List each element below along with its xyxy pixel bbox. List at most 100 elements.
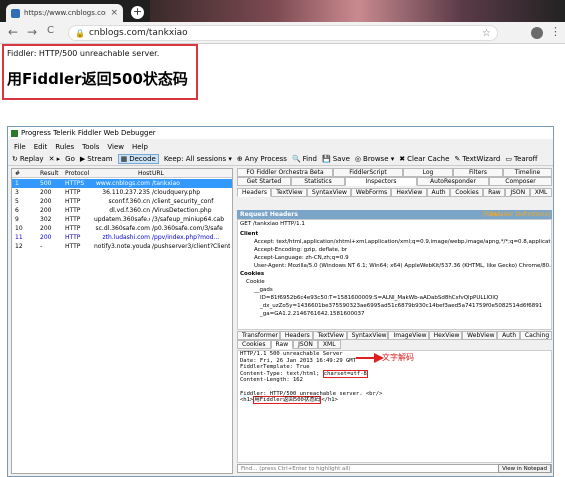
menu-help[interactable]: Help bbox=[132, 143, 148, 151]
response-line: <h1>用Fiddler返回500状态码</h1> bbox=[238, 396, 551, 405]
forward-icon[interactable]: → bbox=[27, 25, 37, 39]
header-definitions-link[interactable]: [Header Definitions] bbox=[489, 210, 550, 219]
keep-sessions-dropdown[interactable]: Keep: All sessions ▾ bbox=[164, 155, 232, 163]
session-result: 200 bbox=[40, 207, 52, 214]
view-in-notepad-button[interactable]: View in Notepad bbox=[498, 464, 551, 473]
favicon-icon bbox=[11, 8, 20, 18]
replay-button[interactable]: ↻ Replay bbox=[12, 155, 44, 163]
session-row[interactable]: 10 200 HTTP sc.dl.360safe.com/p0.360safe.co… bbox=[12, 224, 232, 233]
menu-view[interactable]: View bbox=[107, 143, 124, 151]
tab-filters[interactable]: Filters bbox=[453, 168, 503, 177]
resp-tab-syntaxview[interactable]: SyntaxView bbox=[346, 331, 389, 340]
account-avatar[interactable] bbox=[531, 27, 543, 39]
tab-composer[interactable]: Composer bbox=[489, 177, 552, 186]
resp-tab-headers[interactable]: Headers bbox=[279, 331, 313, 340]
tab-inspectors[interactable]: Inspectors bbox=[345, 177, 417, 186]
session-row[interactable]: 12 - HTTP notify3.note.youdao.com/pushserve… bbox=[12, 242, 232, 251]
request-header-line: User-Agent: Mozilla/5.0 (Windows NT 6.1;… bbox=[254, 263, 551, 269]
col-host[interactable]: Host bbox=[138, 170, 152, 177]
tab-fiddlerscript[interactable]: FiddlerScript bbox=[333, 168, 403, 177]
clear-cache-button[interactable]: ✖ Clear Cache bbox=[399, 155, 449, 163]
req-tab-cookies[interactable]: Cookies bbox=[450, 188, 484, 197]
resp-tab-imageview[interactable]: ImageView bbox=[388, 331, 429, 340]
tab-get-started[interactable]: Get Started bbox=[237, 177, 291, 186]
resp-tab-hexview[interactable]: HexView bbox=[428, 331, 463, 340]
req-tab-webforms[interactable]: WebForms bbox=[350, 188, 392, 197]
req-tab-xml[interactable]: XML bbox=[529, 188, 552, 197]
session-row[interactable]: 9 302 HTTP updatem.360safe.com/3/safeup_min… bbox=[12, 215, 232, 224]
tab-close-icon[interactable]: × bbox=[110, 8, 118, 18]
resp-tab-raw[interactable]: Raw bbox=[270, 340, 294, 349]
request-headers-body: GET /tankxiao HTTP/1.1 Client Accept: text… bbox=[237, 219, 552, 330]
request-header-line: Accept: text/html,application/xhtml+xml,… bbox=[254, 239, 551, 245]
request-header-line: Cookies bbox=[240, 271, 265, 277]
bookmark-star-icon[interactable]: ☆ bbox=[482, 28, 491, 39]
menu-tools[interactable]: Tools bbox=[82, 143, 99, 151]
tearoff-button[interactable]: ▭ Tearoff bbox=[505, 155, 537, 163]
decode-button[interactable]: ▦ Decode bbox=[117, 154, 159, 164]
session-row[interactable]: 1 500 HTTPS www.cnblogs.com/tankxiao bbox=[12, 179, 232, 188]
stream-label: Stream bbox=[87, 155, 113, 163]
find-placeholder: Find... (press Ctrl+Enter to highlight a… bbox=[241, 466, 351, 472]
resp-tab-textview[interactable]: TextView bbox=[312, 331, 347, 340]
tab-bar-background bbox=[150, 0, 565, 22]
browse-button[interactable]: ◎ Browse ▾ bbox=[355, 155, 394, 163]
find-input[interactable]: Find... (press Ctrl+Enter to highlight a… bbox=[237, 464, 552, 473]
col-num[interactable]: # bbox=[15, 170, 20, 177]
omnibox[interactable]: 🔒 cnblogs.com/tankxiao ☆ bbox=[68, 25, 498, 41]
resp-tab-webview[interactable]: WebView bbox=[462, 331, 498, 340]
go-button[interactable]: Go bbox=[65, 155, 75, 163]
h1-close-tag: </h1> bbox=[321, 397, 338, 404]
req-tab-syntaxview[interactable]: SyntaxView bbox=[306, 188, 351, 197]
req-tab-raw[interactable]: Raw bbox=[483, 188, 506, 197]
error-line: Fiddler: HTTP/500 unreachable server. bbox=[7, 49, 160, 58]
req-tab-json[interactable]: JSON bbox=[505, 188, 530, 197]
resp-tab-caching[interactable]: Caching bbox=[519, 331, 552, 340]
resp-tab-xml[interactable]: XML bbox=[317, 340, 341, 349]
menu-edit[interactable]: Edit bbox=[34, 143, 48, 151]
session-num: 6 bbox=[15, 207, 19, 214]
resp-tab-transformer[interactable]: Transformer bbox=[237, 331, 280, 340]
tab-statistics[interactable]: Statistics bbox=[291, 177, 345, 186]
req-tab-headers[interactable]: Headers bbox=[237, 188, 272, 197]
reload-icon[interactable]: C bbox=[47, 25, 54, 36]
col-url[interactable]: URL bbox=[152, 170, 164, 177]
menu-rules[interactable]: Rules bbox=[55, 143, 74, 151]
col-result[interactable]: Result bbox=[40, 170, 59, 177]
session-row[interactable]: 11 200 HTTP zth.ludashi.com/ppv/index.php?m… bbox=[12, 233, 232, 242]
tab-timeline[interactable]: Timeline bbox=[503, 168, 552, 177]
textwizard-button[interactable]: ✎ TextWizard bbox=[454, 155, 500, 163]
fiddler-app-icon bbox=[11, 129, 18, 137]
top-tabs-row-1: FO Fiddler Orchestra Beta FiddlerScript … bbox=[237, 168, 552, 177]
url-text[interactable]: cnblogs.com/tankxiao bbox=[89, 28, 188, 38]
browser-tab[interactable]: https://www.cnblogs.com/tan × bbox=[6, 4, 123, 22]
tab-log[interactable]: Log bbox=[403, 168, 453, 177]
stream-button[interactable]: ▶ Stream bbox=[80, 155, 113, 163]
menu-file[interactable]: File bbox=[14, 143, 26, 151]
resp-tab-json[interactable]: JSON bbox=[293, 340, 318, 349]
h1-open-tag: <h1> bbox=[240, 397, 254, 404]
remove-button[interactable]: ✕ ▸ bbox=[49, 155, 61, 163]
session-row[interactable]: 6 200 HTTP dl.vd.f.360.cn/VirusDetection.ph… bbox=[12, 206, 232, 215]
session-num: 3 bbox=[15, 189, 19, 196]
response-raw-view[interactable]: HTTP/1.1 500 unreachable Server Date: Fri… bbox=[237, 350, 552, 463]
back-icon[interactable]: ← bbox=[8, 25, 18, 39]
req-tab-hexview[interactable]: HexView bbox=[391, 188, 427, 197]
save-button[interactable]: 💾 Save bbox=[322, 155, 350, 163]
req-tab-textview[interactable]: TextView bbox=[271, 188, 307, 197]
find-button[interactable]: 🔍 Find bbox=[292, 155, 317, 163]
col-protocol[interactable]: Protocol bbox=[65, 170, 89, 177]
session-row[interactable]: 3 200 HTTP 36.110.237.235/cloudquery.php bbox=[12, 188, 232, 197]
resp-tab-auth[interactable]: Auth bbox=[497, 331, 520, 340]
new-tab-button[interactable]: + bbox=[131, 6, 144, 19]
tab-orchestra[interactable]: FO Fiddler Orchestra Beta bbox=[237, 168, 333, 177]
session-host: dl.vd.f.360.cn bbox=[109, 207, 150, 214]
tab-autoresponder[interactable]: AutoResponder bbox=[417, 177, 489, 186]
crosshair-icon: ⊕ bbox=[236, 155, 243, 163]
session-row[interactable]: 5 200 HTTP sconf.f.360.cn/client_security_c… bbox=[12, 197, 232, 206]
req-tab-auth[interactable]: Auth bbox=[426, 188, 451, 197]
session-url: /VirusDetection.php bbox=[152, 207, 212, 214]
browser-menu-icon[interactable]: ⋮ bbox=[550, 25, 561, 38]
any-process-button[interactable]: ⊕ Any Process bbox=[237, 155, 287, 163]
resp-tab-cookies[interactable]: Cookies bbox=[237, 340, 271, 349]
